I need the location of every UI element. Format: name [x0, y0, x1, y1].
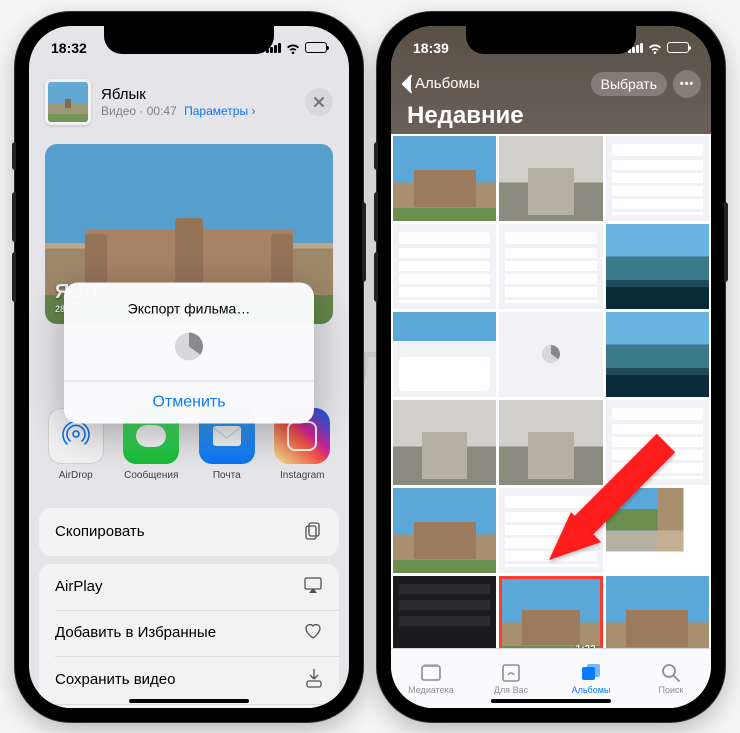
grid-photo[interactable]: [606, 224, 709, 309]
notch: [104, 26, 274, 54]
notch: [466, 26, 636, 54]
grid-photo[interactable]: [499, 400, 602, 485]
alert-title: Экспорт фильма…: [64, 282, 314, 328]
action-airplay[interactable]: AirPlay: [39, 564, 339, 610]
action-copy[interactable]: Скопировать: [39, 508, 339, 556]
grid-photo[interactable]: [393, 576, 496, 648]
foryou-icon: [499, 661, 523, 683]
grid-photo[interactable]: [393, 136, 496, 221]
action-save[interactable]: Сохранить видео: [39, 656, 339, 704]
grid-photo[interactable]: [499, 312, 602, 397]
alert-cancel-button[interactable]: Отменить: [64, 381, 314, 423]
grid-photo[interactable]: [393, 400, 496, 485]
back-button[interactable]: Альбомы: [401, 75, 480, 93]
tab-library[interactable]: Медиатека: [391, 649, 471, 708]
wifi-icon: [647, 42, 663, 54]
share-title: Яблык: [101, 86, 295, 103]
highlight-video[interactable]: ЯБЛЫК 1:22: [499, 576, 602, 648]
more-icon[interactable]: •••: [673, 70, 701, 98]
albums-icon: [579, 661, 603, 683]
grid-photo[interactable]: [393, 224, 496, 309]
status-time: 18:39: [413, 40, 449, 56]
grid-photo[interactable]: [606, 312, 709, 397]
photo-grid[interactable]: ЯБЛЫК 1:22: [391, 134, 711, 648]
grid-photo[interactable]: [606, 576, 709, 648]
grid-photo[interactable]: [499, 224, 602, 309]
grid-photo[interactable]: [606, 136, 709, 221]
params-link[interactable]: Параметры ›: [184, 104, 255, 118]
grid-photo[interactable]: [393, 488, 496, 573]
right-phone: 18:39 Альбомы Выбрать ••• Недавние: [377, 12, 725, 722]
airplay-icon: [303, 576, 323, 598]
action-shared-album[interactable]: В общий альбом: [39, 704, 339, 708]
select-button[interactable]: Выбрать: [591, 72, 667, 96]
right-screen: 18:39 Альбомы Выбрать ••• Недавние: [391, 26, 711, 708]
export-alert: Экспорт фильма… Отменить: [64, 282, 314, 423]
grid-photo[interactable]: [606, 488, 709, 573]
tab-search[interactable]: Поиск: [631, 649, 711, 708]
grid-photo[interactable]: [606, 400, 709, 485]
home-indicator[interactable]: [491, 699, 611, 703]
action-favorite[interactable]: Добавить в Избранные: [39, 610, 339, 656]
copy-icon: [303, 520, 323, 544]
grid-photo[interactable]: [393, 312, 496, 397]
actions-list: Скопировать AirPlay Добавить в Избранные: [39, 508, 339, 708]
battery-icon: [305, 42, 327, 53]
share-subtitle: Видео · 00:47 Параметры ›: [101, 104, 295, 118]
battery-icon: [667, 42, 689, 53]
left-screen: 18:32 Яблык Видео · 00:47 Параметры ›: [29, 26, 349, 708]
library-icon: [419, 661, 443, 683]
page-title: Недавние: [391, 100, 711, 130]
left-phone: 18:32 Яблык Видео · 00:47 Параметры ›: [15, 12, 363, 722]
wifi-icon: [285, 42, 301, 54]
video-thumbnail[interactable]: [45, 79, 91, 125]
close-icon[interactable]: [305, 88, 333, 116]
progress-icon: [175, 332, 203, 360]
heart-icon: [303, 622, 323, 644]
download-icon: [305, 668, 323, 692]
grid-photo[interactable]: [499, 488, 602, 573]
search-icon: [659, 661, 683, 683]
grid-photo[interactable]: [499, 136, 602, 221]
home-indicator[interactable]: [129, 699, 249, 703]
share-header: Яблык Видео · 00:47 Параметры ›: [29, 70, 349, 134]
status-time: 18:32: [51, 40, 87, 56]
